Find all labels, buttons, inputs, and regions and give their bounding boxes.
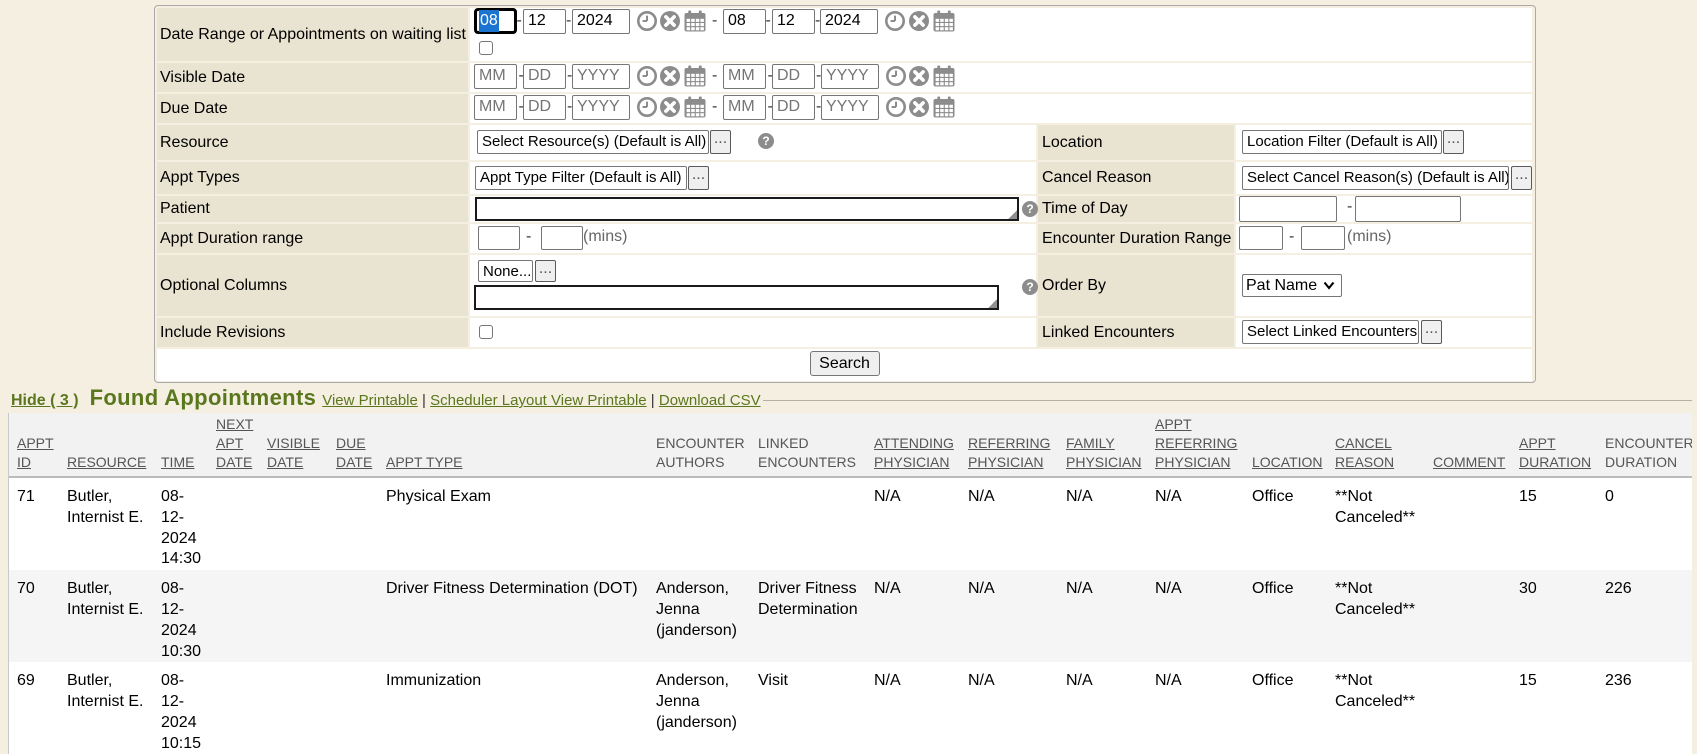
- svg-text:?: ?: [1026, 202, 1033, 216]
- svg-text:?: ?: [1026, 280, 1033, 294]
- svg-text:?: ?: [762, 134, 769, 148]
